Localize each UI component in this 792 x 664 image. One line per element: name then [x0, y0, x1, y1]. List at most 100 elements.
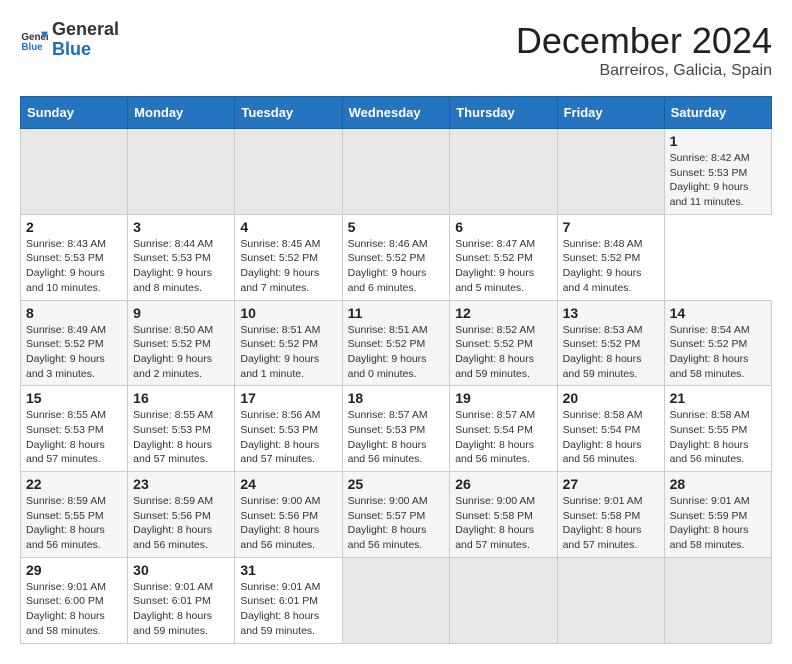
- calendar-cell: 31 Sunrise: 9:01 AMSunset: 6:01 PMDayligh…: [235, 557, 342, 643]
- day-info: Sunrise: 9:00 AMSunset: 5:57 PMDaylight:…: [348, 494, 445, 553]
- day-info: Sunrise: 8:42 AMSunset: 5:53 PMDaylight:…: [670, 151, 766, 210]
- day-number: 5: [348, 219, 445, 235]
- week-row-4: 15 Sunrise: 8:55 AMSunset: 5:53 PMDayligh…: [21, 386, 772, 472]
- day-info: Sunrise: 9:00 AMSunset: 5:56 PMDaylight:…: [240, 494, 336, 553]
- header: General Blue General Blue December 2024 …: [20, 20, 772, 80]
- week-row-2: 2 Sunrise: 8:43 AMSunset: 5:53 PMDaylight…: [21, 214, 772, 300]
- calendar-cell: 14Sunrise: 8:54 AMSunset: 5:52 PMDayligh…: [664, 300, 771, 386]
- logo-icon: General Blue: [20, 26, 48, 54]
- calendar-cell: 23 Sunrise: 8:59 AMSunset: 5:56 PMDayligh…: [128, 472, 235, 558]
- day-number: 23: [133, 476, 229, 492]
- day-number: 9: [133, 305, 229, 321]
- day-number: 26: [455, 476, 551, 492]
- day-info: Sunrise: 8:44 AMSunset: 5:53 PMDaylight:…: [133, 237, 229, 296]
- day-header-friday: Friday: [557, 97, 664, 129]
- calendar-cell: 27Sunrise: 9:01 AMSunset: 5:58 PMDayligh…: [557, 472, 664, 558]
- day-number: 31: [240, 562, 336, 578]
- day-info: Sunrise: 8:51 AMSunset: 5:52 PMDaylight:…: [348, 323, 445, 382]
- calendar-cell: 20Sunrise: 8:58 AMSunset: 5:54 PMDayligh…: [557, 386, 664, 472]
- day-number: 29: [26, 562, 122, 578]
- location-title: Barreiros, Galicia, Spain: [516, 62, 772, 80]
- logo: General Blue General Blue: [20, 20, 119, 60]
- day-number: 24: [240, 476, 336, 492]
- day-info: Sunrise: 8:56 AMSunset: 5:53 PMDaylight:…: [240, 408, 336, 467]
- calendar-cell: 30 Sunrise: 9:01 AMSunset: 6:01 PMDayligh…: [128, 557, 235, 643]
- day-header-thursday: Thursday: [450, 97, 557, 129]
- svg-text:Blue: Blue: [21, 42, 43, 53]
- day-header-saturday: Saturday: [664, 97, 771, 129]
- day-number: 20: [563, 390, 659, 406]
- calendar-cell: [21, 129, 128, 215]
- day-header-monday: Monday: [128, 97, 235, 129]
- day-number: 17: [240, 390, 336, 406]
- calendar-cell: 19 Sunrise: 8:57 AMSunset: 5:54 PMDayligh…: [450, 386, 557, 472]
- day-number: 15: [26, 390, 122, 406]
- title-area: December 2024 Barreiros, Galicia, Spain: [516, 20, 772, 80]
- header-row: SundayMondayTuesdayWednesdayThursdayFrid…: [21, 97, 772, 129]
- day-number: 18: [348, 390, 445, 406]
- week-row-5: 22Sunrise: 8:59 AMSunset: 5:55 PMDayligh…: [21, 472, 772, 558]
- day-info: Sunrise: 8:43 AMSunset: 5:53 PMDaylight:…: [26, 237, 122, 296]
- calendar-cell: 21 Sunrise: 8:58 AMSunset: 5:55 PMDayligh…: [664, 386, 771, 472]
- calendar-cell: 5Sunrise: 8:46 AMSunset: 5:52 PMDaylight…: [342, 214, 450, 300]
- day-info: Sunrise: 8:59 AMSunset: 5:56 PMDaylight:…: [133, 494, 229, 553]
- day-info: Sunrise: 9:01 AMSunset: 6:00 PMDaylight:…: [26, 580, 122, 639]
- day-number: 10: [240, 305, 336, 321]
- day-header-wednesday: Wednesday: [342, 97, 450, 129]
- day-info: Sunrise: 8:53 AMSunset: 5:52 PMDaylight:…: [563, 323, 659, 382]
- calendar-cell: 18 Sunrise: 8:57 AMSunset: 5:53 PMDayligh…: [342, 386, 450, 472]
- calendar-cell: 1Sunrise: 8:42 AMSunset: 5:53 PMDaylight…: [664, 129, 771, 215]
- day-info: Sunrise: 8:45 AMSunset: 5:52 PMDaylight:…: [240, 237, 336, 296]
- day-number: 4: [240, 219, 336, 235]
- day-header-tuesday: Tuesday: [235, 97, 342, 129]
- day-info: Sunrise: 8:58 AMSunset: 5:55 PMDaylight:…: [670, 408, 766, 467]
- day-number: 16: [133, 390, 229, 406]
- calendar-cell: 7Sunrise: 8:48 AMSunset: 5:52 PMDaylight…: [557, 214, 664, 300]
- calendar-cell: [664, 557, 771, 643]
- day-info: Sunrise: 8:52 AMSunset: 5:52 PMDaylight:…: [455, 323, 551, 382]
- calendar-cell: 3 Sunrise: 8:44 AMSunset: 5:53 PMDaylight…: [128, 214, 235, 300]
- day-number: 11: [348, 305, 445, 321]
- calendar-cell: 29 Sunrise: 9:01 AMSunset: 6:00 PMDayligh…: [21, 557, 128, 643]
- day-info: Sunrise: 8:55 AMSunset: 5:53 PMDaylight:…: [26, 408, 122, 467]
- day-number: 6: [455, 219, 551, 235]
- calendar-cell: 17 Sunrise: 8:56 AMSunset: 5:53 PMDayligh…: [235, 386, 342, 472]
- day-info: Sunrise: 9:01 AMSunset: 5:59 PMDaylight:…: [670, 494, 766, 553]
- day-info: Sunrise: 8:47 AMSunset: 5:52 PMDaylight:…: [455, 237, 551, 296]
- day-number: 14: [670, 305, 766, 321]
- day-info: Sunrise: 8:57 AMSunset: 5:53 PMDaylight:…: [348, 408, 445, 467]
- day-info: Sunrise: 9:00 AMSunset: 5:58 PMDaylight:…: [455, 494, 551, 553]
- calendar-cell: 16Sunrise: 8:55 AMSunset: 5:53 PMDayligh…: [128, 386, 235, 472]
- month-title: December 2024: [516, 20, 772, 62]
- day-number: 19: [455, 390, 551, 406]
- day-info: Sunrise: 8:50 AMSunset: 5:52 PMDaylight:…: [133, 323, 229, 382]
- calendar-cell: [557, 557, 664, 643]
- calendar-cell: 2 Sunrise: 8:43 AMSunset: 5:53 PMDaylight…: [21, 214, 128, 300]
- day-number: 28: [670, 476, 766, 492]
- calendar-cell: 13Sunrise: 8:53 AMSunset: 5:52 PMDayligh…: [557, 300, 664, 386]
- day-number: 21: [670, 390, 766, 406]
- calendar-cell: 15 Sunrise: 8:55 AMSunset: 5:53 PMDayligh…: [21, 386, 128, 472]
- day-number: 2: [26, 219, 122, 235]
- calendar-cell: [450, 129, 557, 215]
- day-info: Sunrise: 9:01 AMSunset: 6:01 PMDaylight:…: [133, 580, 229, 639]
- calendar-cell: 11 Sunrise: 8:51 AMSunset: 5:52 PMDayligh…: [342, 300, 450, 386]
- week-row-3: 8Sunrise: 8:49 AMSunset: 5:52 PMDaylight…: [21, 300, 772, 386]
- day-info: Sunrise: 8:48 AMSunset: 5:52 PMDaylight:…: [563, 237, 659, 296]
- calendar-cell: 25 Sunrise: 9:00 AMSunset: 5:57 PMDayligh…: [342, 472, 450, 558]
- week-row-1: 1Sunrise: 8:42 AMSunset: 5:53 PMDaylight…: [21, 129, 772, 215]
- calendar-cell: 28 Sunrise: 9:01 AMSunset: 5:59 PMDayligh…: [664, 472, 771, 558]
- day-number: 30: [133, 562, 229, 578]
- day-number: 25: [348, 476, 445, 492]
- day-number: 22: [26, 476, 122, 492]
- day-info: Sunrise: 8:57 AMSunset: 5:54 PMDaylight:…: [455, 408, 551, 467]
- calendar-cell: [450, 557, 557, 643]
- day-number: 3: [133, 219, 229, 235]
- calendar-cell: 8Sunrise: 8:49 AMSunset: 5:52 PMDaylight…: [21, 300, 128, 386]
- week-row-6: 29 Sunrise: 9:01 AMSunset: 6:00 PMDayligh…: [21, 557, 772, 643]
- calendar-cell: 9 Sunrise: 8:50 AMSunset: 5:52 PMDaylight…: [128, 300, 235, 386]
- calendar-cell: [342, 129, 450, 215]
- day-info: Sunrise: 9:01 AMSunset: 5:58 PMDaylight:…: [563, 494, 659, 553]
- calendar-cell: 6 Sunrise: 8:47 AMSunset: 5:52 PMDaylight…: [450, 214, 557, 300]
- day-info: Sunrise: 9:01 AMSunset: 6:01 PMDaylight:…: [240, 580, 336, 639]
